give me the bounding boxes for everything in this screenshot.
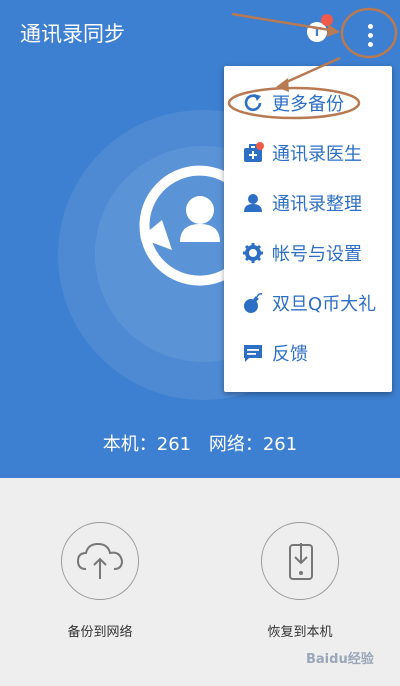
person-icon — [242, 192, 264, 214]
menu-item-label: 帐号与设置 — [272, 244, 362, 265]
menu-item-label: 双旦Q币大礼 — [272, 294, 377, 315]
menu-item-account-settings[interactable]: 帐号与设置 — [224, 228, 392, 278]
more-vert-icon — [352, 12, 388, 47]
gear-icon — [242, 242, 264, 264]
restore-label: 恢复到本机 — [267, 625, 333, 640]
notification-dot — [321, 14, 333, 26]
network-count: 网络：261 — [208, 434, 298, 455]
contact-counts: 本机：261 网络：261 — [0, 430, 400, 456]
menu-item-feedback[interactable]: 反馈 — [224, 328, 392, 378]
backup-to-cloud-button[interactable] — [61, 522, 139, 600]
menu-item-label: 通讯录医生 — [272, 144, 362, 165]
chat-icon — [242, 342, 264, 364]
overflow-menu: 更多备份 通讯录医生 通讯录整理 帐号与设置 双旦Q币大礼 反馈 — [224, 66, 392, 392]
t-icon[interactable]: T — [307, 14, 333, 42]
menu-item-more-backup[interactable]: 更多备份 — [224, 78, 392, 128]
t-icon-label: T — [312, 25, 322, 39]
doctor-kit-icon — [242, 142, 264, 164]
menu-item-new-year-gift[interactable]: 双旦Q币大礼 — [224, 278, 392, 328]
cloud-upload-icon — [76, 542, 124, 579]
menu-item-contact-doctor[interactable]: 通讯录医生 — [224, 128, 392, 178]
phone-download-icon — [289, 543, 313, 580]
watermark: Baidu经验 — [306, 652, 374, 667]
menu-item-label: 通讯录整理 — [272, 194, 362, 215]
menu-item-contact-organize[interactable]: 通讯录整理 — [224, 178, 392, 228]
menu-item-label: 反馈 — [272, 344, 308, 365]
restore-to-device-button[interactable] — [261, 522, 339, 600]
local-count: 本机：261 — [102, 434, 192, 455]
bomb-icon — [242, 292, 264, 314]
sync-icon — [242, 92, 264, 114]
more-menu-button[interactable] — [352, 12, 388, 52]
page-title: 通讯录同步 — [20, 22, 125, 46]
menu-item-label: 更多备份 — [272, 94, 344, 115]
backup-label: 备份到网络 — [67, 625, 133, 640]
